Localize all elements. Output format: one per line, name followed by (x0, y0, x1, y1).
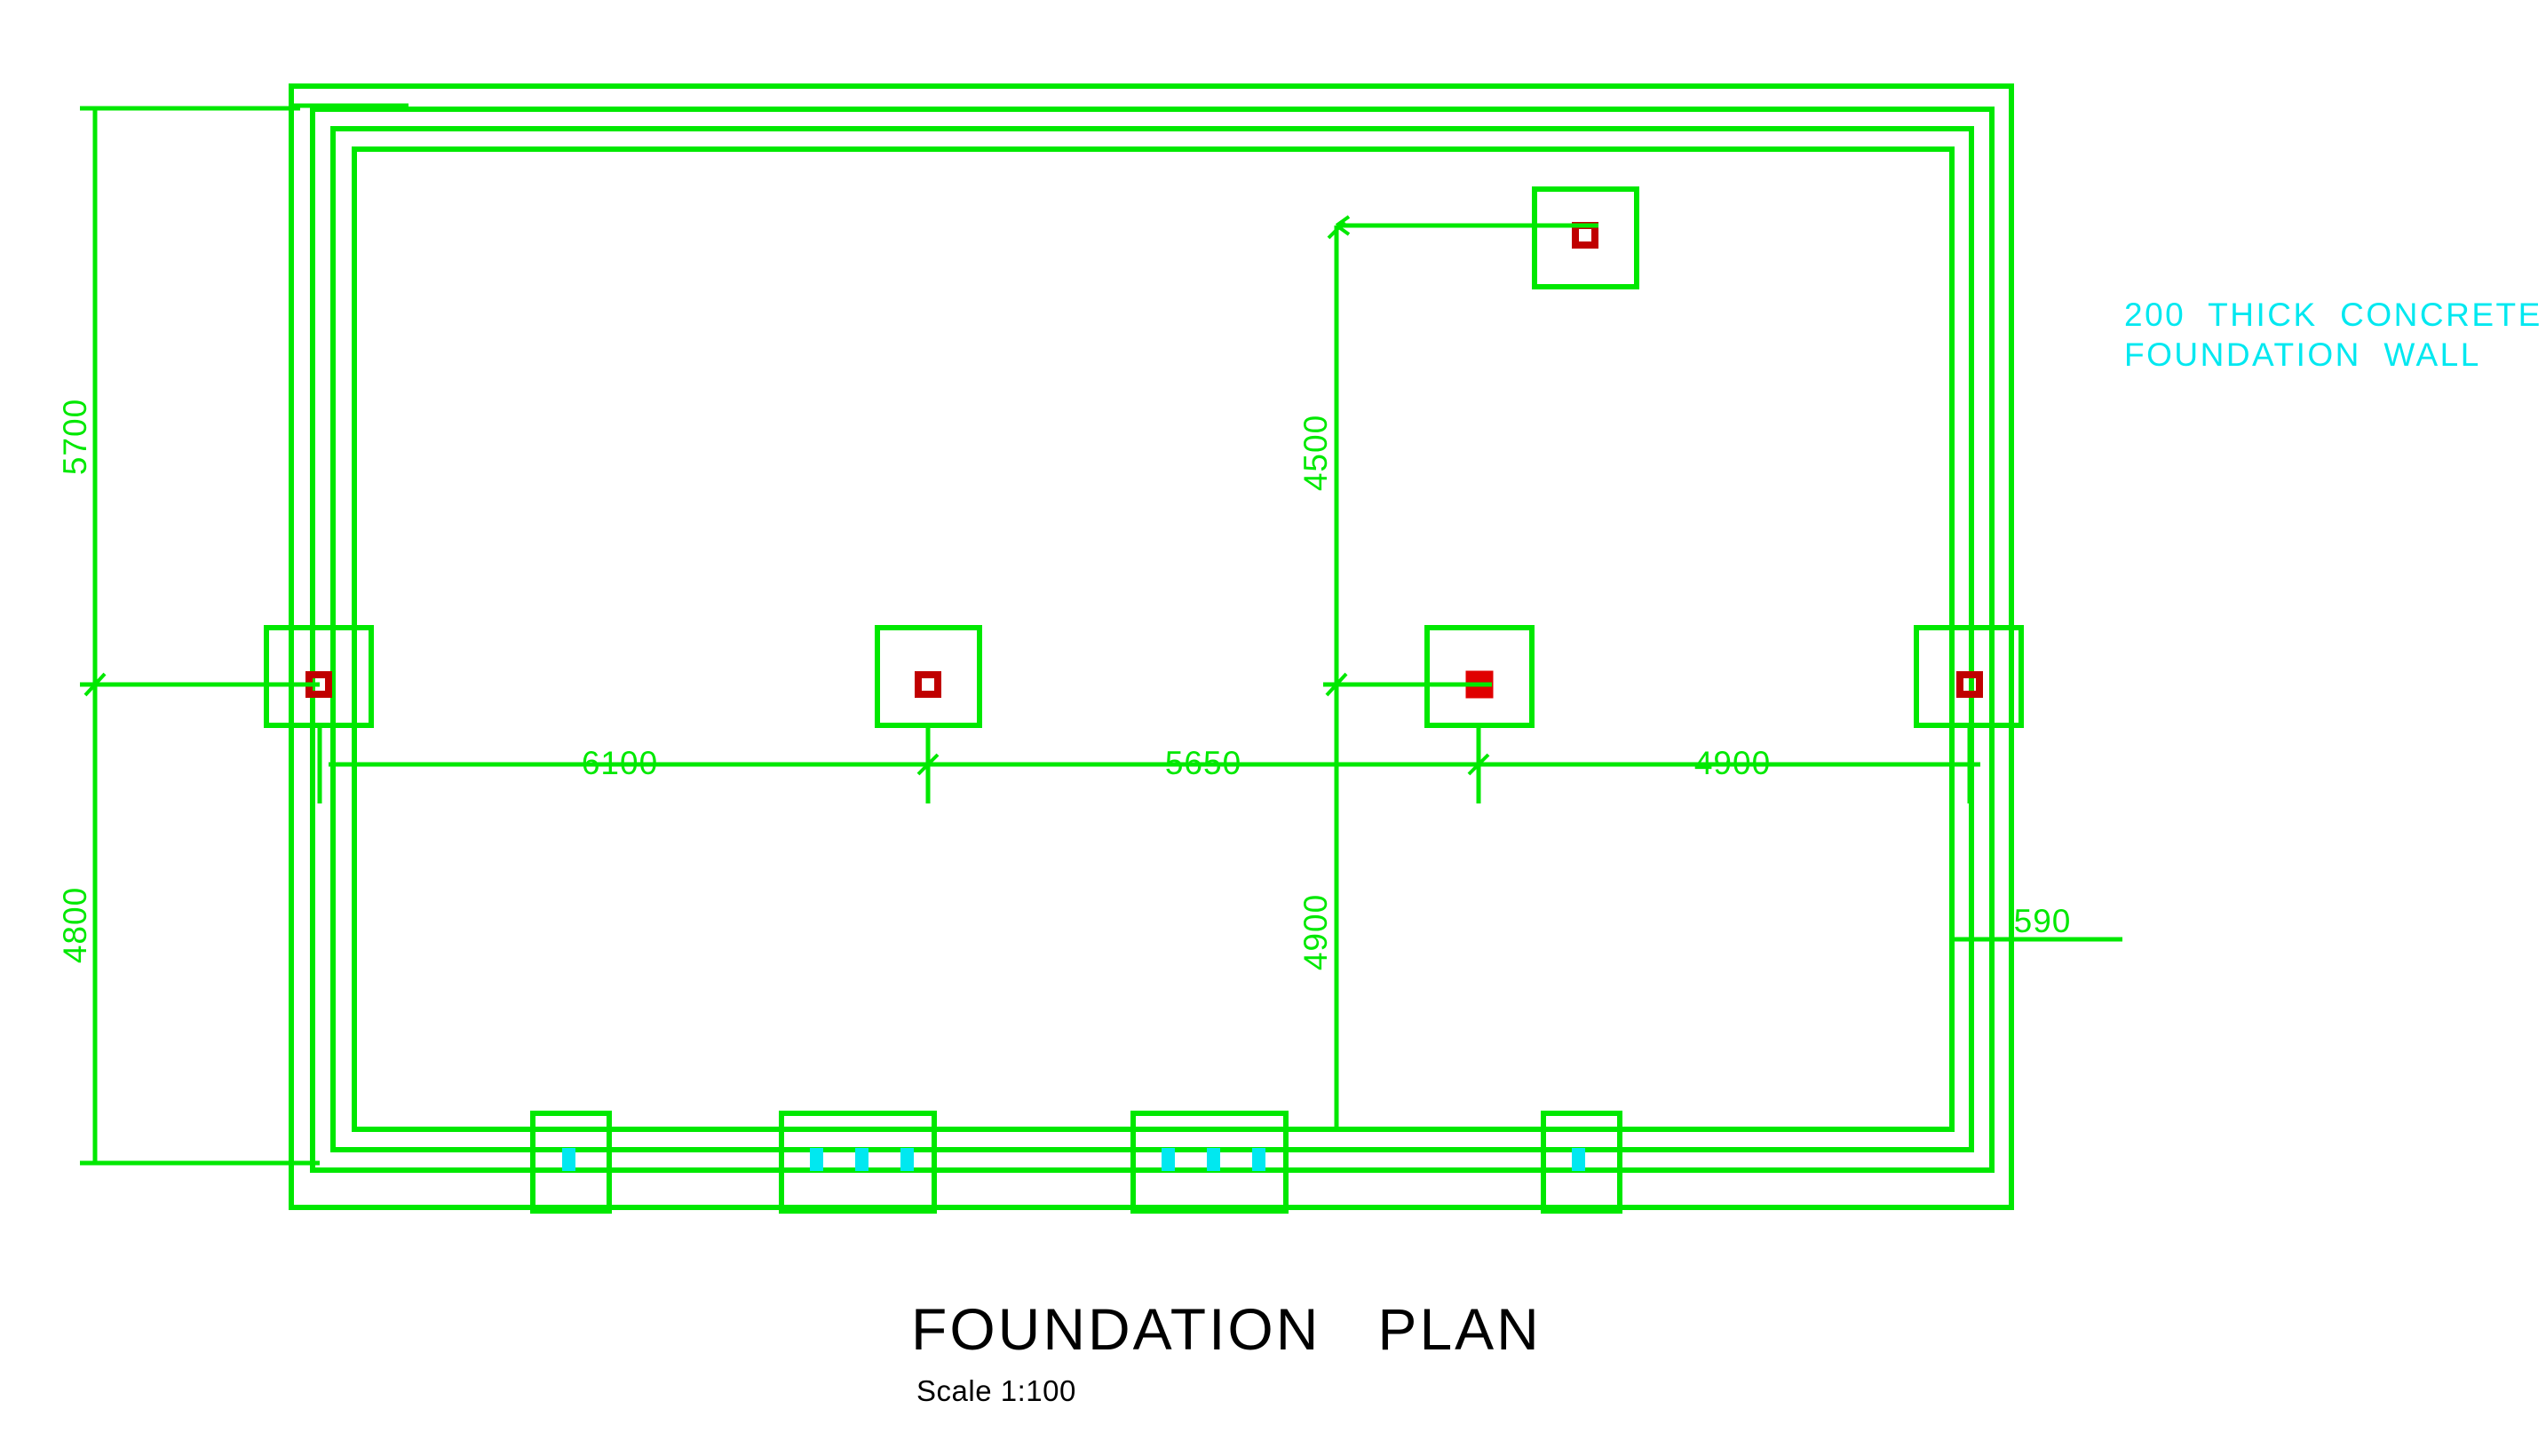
anchor-bolt-icon (810, 1148, 823, 1171)
wall-note-line-1: 200 THICK CONCRETE (2124, 297, 2542, 333)
dim-label-6100: 6100 (582, 745, 658, 781)
dim-label-4900-vertical: 4900 (1297, 894, 1334, 970)
dim-label-4900-horizontal: 4900 (1694, 745, 1771, 781)
drawing-background (0, 0, 2546, 1456)
dim-label-5650: 5650 (1165, 745, 1241, 781)
dim-label-4500: 4500 (1297, 415, 1334, 491)
anchor-bolt-icon (1252, 1148, 1265, 1171)
dim-label-4800: 4800 (57, 887, 93, 963)
foundation-plan-svg: 5700 4800 4500 4900 6100 5650 4900 590 2… (0, 0, 2546, 1456)
scale-label: Scale 1:100 (916, 1374, 1076, 1407)
anchor-bolt-icon (855, 1148, 868, 1171)
anchor-bolt-icon (1572, 1148, 1585, 1171)
anchor-bolt-icon (562, 1148, 575, 1171)
anchor-bolt-icon (1162, 1148, 1175, 1171)
anchor-bolt-icon (1207, 1148, 1220, 1171)
anchor-bolt-icon (900, 1148, 914, 1171)
wall-note-line-2: FOUNDATION WALL (2124, 336, 2481, 373)
page-title: FOUNDATION PLAN (911, 1296, 1542, 1362)
dim-label-590: 590 (2014, 903, 2072, 939)
dim-label-5700: 5700 (57, 399, 93, 475)
cad-drawing-canvas: 5700 4800 4500 4900 6100 5650 4900 590 2… (0, 0, 2546, 1456)
